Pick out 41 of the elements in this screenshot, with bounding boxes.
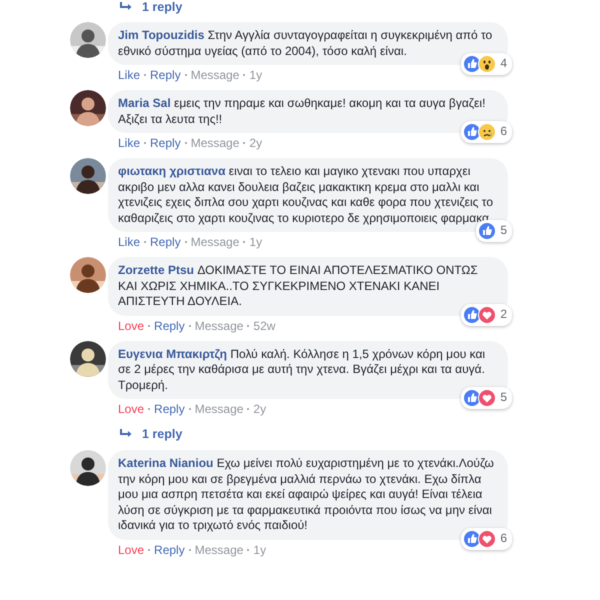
reaction-count: 5 bbox=[500, 390, 507, 406]
like-link[interactable]: Like bbox=[118, 136, 140, 150]
reply-link[interactable]: Reply bbox=[150, 136, 181, 150]
surprised-emoji-icon bbox=[478, 55, 496, 73]
reaction-badge[interactable]: 5 bbox=[461, 387, 512, 409]
reply-link[interactable]: Reply bbox=[154, 318, 185, 332]
timestamp: 52w bbox=[253, 318, 276, 332]
reply-arrow-icon bbox=[120, 2, 132, 12]
reply-link[interactable]: Reply bbox=[154, 402, 185, 416]
message-link[interactable]: Message bbox=[194, 318, 244, 332]
reaction-badge[interactable]: 6 bbox=[461, 528, 512, 550]
timestamp: 1y bbox=[253, 542, 266, 556]
reply-link[interactable]: Reply bbox=[150, 68, 181, 82]
message-link[interactable]: Message bbox=[194, 542, 244, 556]
message-link[interactable]: Message bbox=[190, 235, 240, 249]
reaction-count: 5 bbox=[500, 223, 507, 239]
replies-link[interactable]: 1 reply bbox=[120, 426, 182, 442]
timestamp: 2y bbox=[249, 136, 262, 150]
love-link[interactable]: Love bbox=[118, 542, 144, 556]
sad-emoji-icon bbox=[478, 123, 496, 141]
reply-arrow-icon bbox=[120, 429, 132, 439]
reaction-badge[interactable]: 4 bbox=[461, 53, 512, 75]
like-link[interactable]: Like bbox=[118, 68, 140, 82]
reply-link[interactable]: Reply bbox=[154, 542, 185, 556]
love-link[interactable]: Love bbox=[118, 318, 144, 332]
timestamp: 1y bbox=[249, 68, 262, 82]
reaction-badge[interactable]: 6 bbox=[461, 121, 512, 143]
reaction-count: 2 bbox=[500, 306, 507, 322]
timestamp: 1y bbox=[249, 235, 262, 249]
timestamp: 2y bbox=[253, 402, 266, 416]
message-link[interactable]: Message bbox=[190, 68, 240, 82]
replies-link[interactable]: 1 reply bbox=[120, 0, 182, 14]
like-link[interactable]: Like bbox=[118, 235, 140, 249]
message-link[interactable]: Message bbox=[190, 136, 240, 150]
love-link[interactable]: Love bbox=[118, 402, 144, 416]
reaction-badge[interactable]: 2 bbox=[461, 304, 512, 326]
reaction-count: 4 bbox=[500, 56, 507, 72]
reply-link[interactable]: Reply bbox=[150, 235, 181, 249]
reaction-count: 6 bbox=[500, 530, 507, 546]
message-link[interactable]: Message bbox=[194, 402, 244, 416]
reaction-count: 6 bbox=[500, 124, 507, 140]
